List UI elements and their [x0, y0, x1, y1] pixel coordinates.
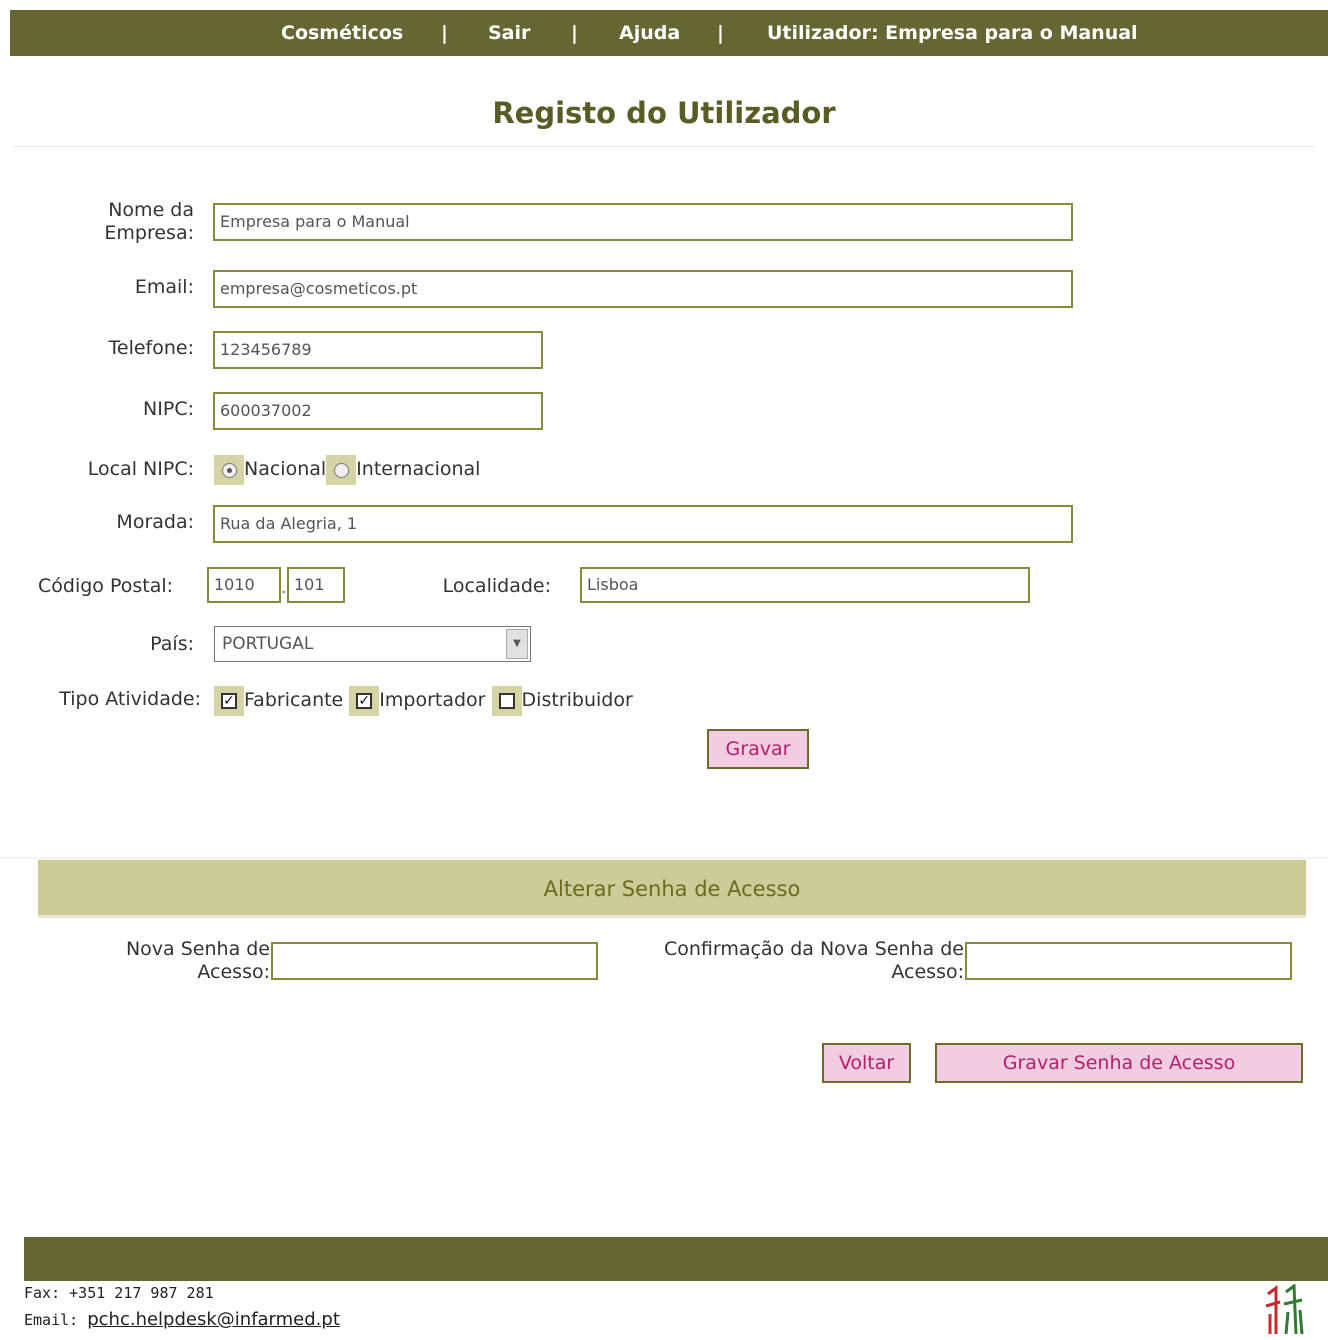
infarmed-logo-icon: [1262, 1283, 1306, 1336]
locality-label: Localidade:: [442, 575, 551, 597]
checkbox-distribuidor[interactable]: [491, 685, 522, 716]
phone-label: Telefone:: [108, 337, 194, 359]
nipc-input[interactable]: 600037002: [213, 392, 543, 430]
save-password-button[interactable]: Gravar Senha de Acesso: [935, 1043, 1303, 1083]
back-button[interactable]: Voltar: [822, 1043, 911, 1083]
company-name-input[interactable]: Empresa para o Manual: [213, 203, 1073, 241]
checkbox-importador[interactable]: ✓: [349, 685, 380, 716]
nav-cosmeticos-link[interactable]: Cosméticos: [281, 10, 403, 56]
empty-checkbox-icon: [498, 692, 515, 709]
country-label: País:: [150, 633, 194, 655]
new-password-label: Nova Senha de Acesso:: [125, 938, 270, 983]
country-select[interactable]: PORTUGAL ▼: [214, 626, 531, 662]
footer-email-prefix: Email:: [24, 1311, 79, 1329]
confirm-password-input[interactable]: [965, 942, 1292, 980]
checkbox-fabricante-label: Fabricante: [244, 689, 344, 711]
title-divider: [14, 146, 1314, 147]
radio-unselected-icon: [334, 462, 350, 478]
activity-type-label: Tipo Atividade:: [59, 688, 201, 710]
radio-selected-icon: [222, 462, 237, 478]
company-name-label: Nome da Empresa:: [104, 199, 194, 244]
postal-code-part1-input[interactable]: 1010: [207, 567, 281, 603]
address-input[interactable]: Rua da Alegria, 1: [213, 505, 1073, 543]
password-section-header: Alterar Senha de Acesso: [38, 860, 1306, 918]
confirm-password-label: Confirmação da Nova Senha de Acesso:: [663, 938, 964, 983]
postal-code-part2-input[interactable]: 101: [287, 567, 345, 603]
footer-bar: [24, 1237, 1328, 1281]
address-label: Morada:: [116, 511, 194, 533]
new-password-input[interactable]: [271, 942, 598, 980]
phone-input[interactable]: 123456789: [213, 331, 543, 369]
radio-internacional-label: Internacional: [356, 458, 481, 480]
checkbox-distribuidor-label: Distribuidor: [521, 689, 633, 711]
nipc-local-group: Nacional Internacional: [214, 454, 480, 485]
email-input[interactable]: empresa@cosmeticos.pt: [213, 270, 1073, 308]
radio-nacional-label: Nacional: [244, 458, 327, 480]
nav-ajuda-link[interactable]: Ajuda: [619, 10, 680, 56]
save-button[interactable]: Gravar: [707, 729, 809, 769]
postal-code-label: Código Postal:: [38, 575, 174, 597]
checkmark-icon: ✓: [356, 692, 373, 709]
footer-fax: Fax: +351 217 987 281: [24, 1284, 214, 1302]
activity-type-group: ✓ Fabricante ✓ Importador Distribuidor: [214, 685, 633, 716]
checkmark-icon: ✓: [221, 692, 237, 709]
postal-code-dot: .: [281, 578, 287, 597]
country-selected-value: PORTUGAL: [222, 634, 314, 654]
nav-sair-link[interactable]: Sair: [488, 10, 530, 56]
top-nav-bar: Cosméticos | Sair | Ajuda | Utilizador: …: [10, 10, 1328, 56]
locality-input[interactable]: Lisboa: [580, 567, 1030, 603]
nipc-label: NIPC:: [143, 398, 194, 420]
checkbox-importador-label: Importador: [379, 689, 486, 711]
nav-separator: |: [571, 22, 578, 44]
checkbox-fabricante[interactable]: ✓: [214, 685, 244, 716]
page-title: Registo do Utilizador: [492, 96, 836, 130]
dropdown-arrow-icon[interactable]: ▼: [506, 629, 528, 659]
footer-email-line: Email: pchc.helpdesk@infarmed.pt: [24, 1309, 340, 1330]
nav-separator: |: [717, 22, 724, 44]
radio-internacional[interactable]: [326, 454, 357, 485]
section-divider: [0, 857, 1328, 859]
nav-separator: |: [441, 22, 448, 44]
radio-nacional[interactable]: [214, 454, 244, 485]
email-label: Email:: [134, 276, 194, 298]
footer-email-link[interactable]: pchc.helpdesk@infarmed.pt: [87, 1309, 340, 1330]
nipc-local-label: Local NIPC:: [87, 458, 194, 480]
nav-user-info: Utilizador: Empresa para o Manual: [767, 22, 1138, 44]
